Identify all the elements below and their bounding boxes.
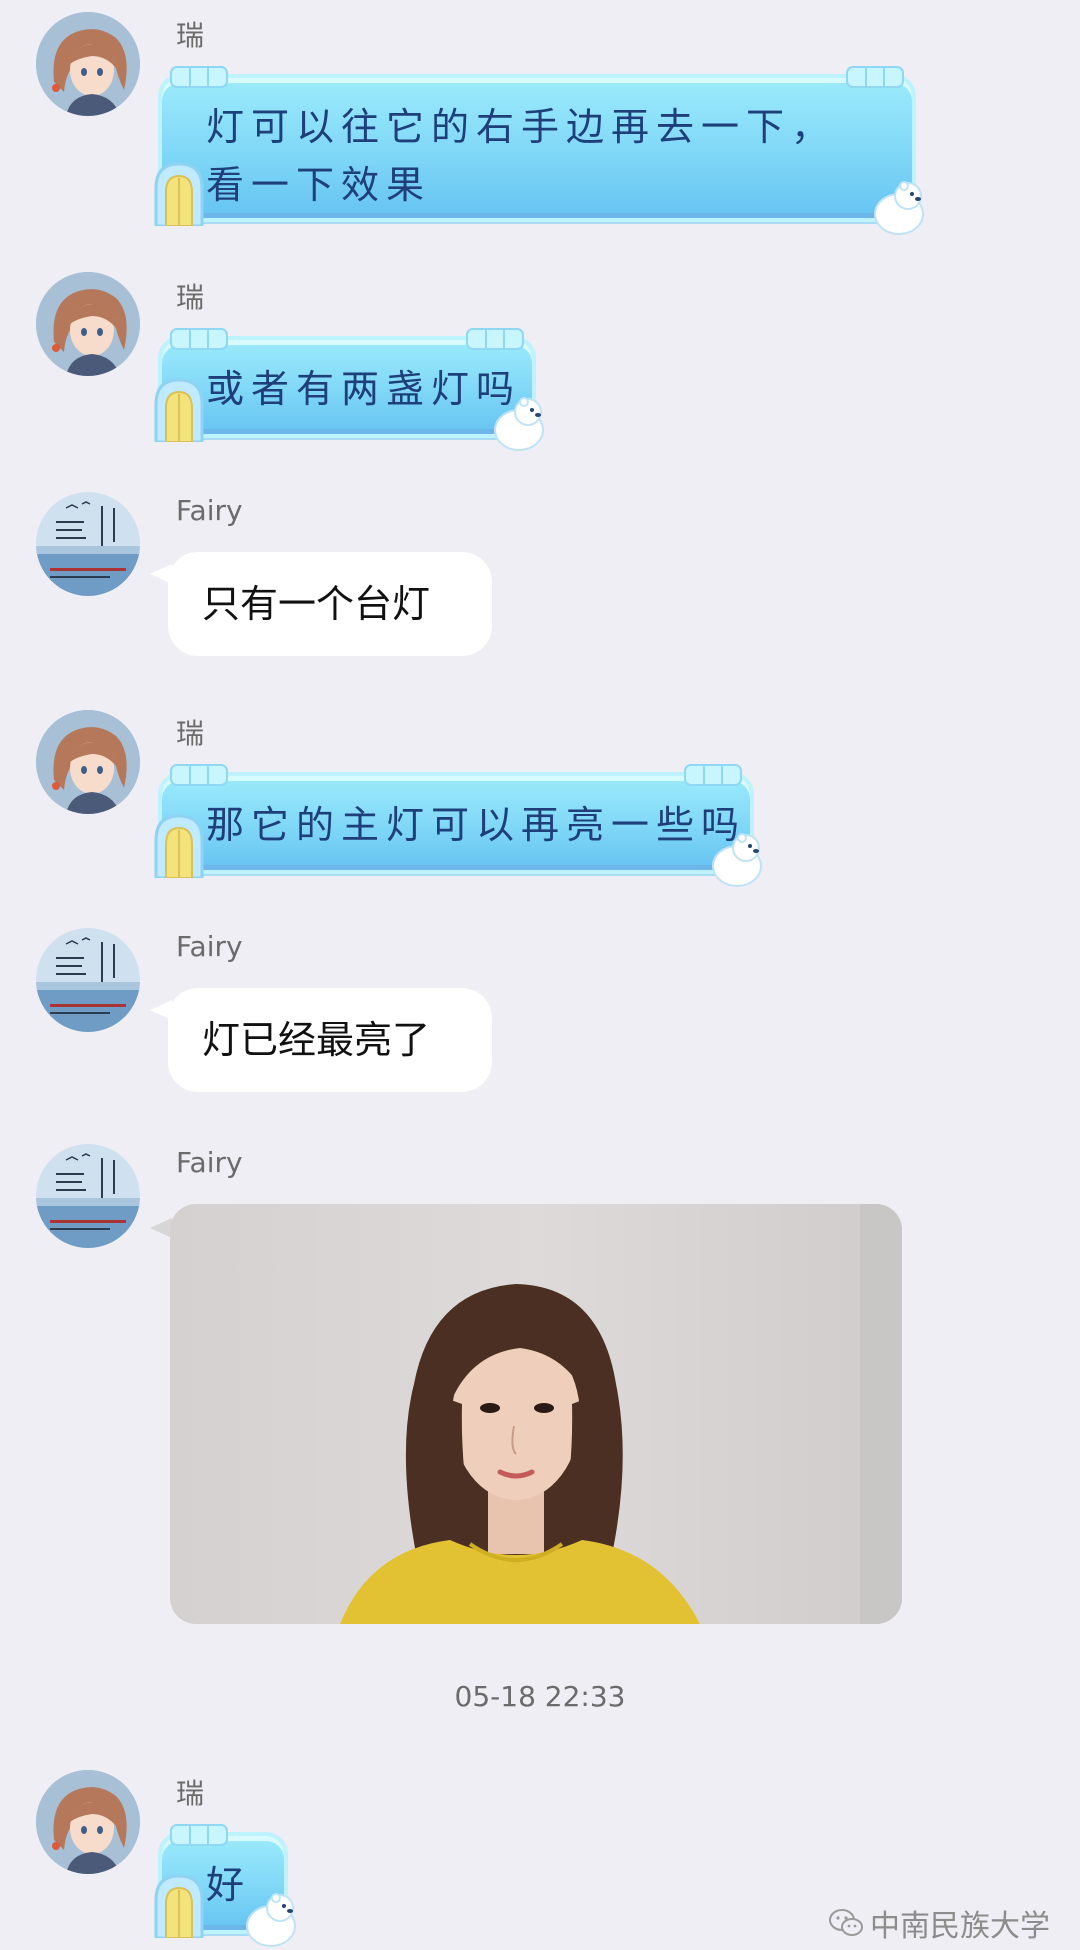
sender-name: Fairy	[176, 1146, 243, 1179]
anime-girl-avatar-icon	[36, 272, 140, 376]
message-text: 那它的主灯可以再亮一些吗	[206, 803, 747, 847]
message-bubble[interactable]: 灯可以往它的右手边再去一下，看一下效果	[158, 74, 916, 222]
anime-girl-avatar-icon	[36, 1770, 140, 1874]
watermark: 中南民族大学	[828, 1901, 1050, 1947]
ice-brick-icon	[170, 66, 228, 88]
sea-poster-avatar-icon	[36, 928, 140, 1032]
polar-bear-icon	[706, 828, 768, 890]
message-text: 灯已经最亮了	[202, 1018, 431, 1062]
anime-girl-avatar-icon	[36, 710, 140, 814]
image-message[interactable]	[170, 1204, 902, 1624]
sender-name: Fairy	[176, 930, 243, 963]
message-bubble[interactable]: 只有一个台灯	[168, 552, 492, 656]
sea-poster-avatar-icon	[36, 492, 140, 596]
sender-name: 瑞	[176, 717, 205, 750]
message-text: 灯可以往它的右手边再去一下，看一下效果	[206, 105, 837, 207]
sender-name: Fairy	[176, 494, 243, 527]
message-bubble[interactable]: 好	[158, 1832, 288, 1934]
fairy-avatar[interactable]	[36, 928, 140, 1032]
sea-poster-avatar-icon	[36, 1144, 140, 1248]
message-bubble[interactable]: 或者有两盏灯吗	[158, 336, 536, 438]
igloo-door-icon	[152, 158, 206, 226]
message-text: 或者有两盏灯吗	[206, 367, 522, 411]
polar-bear-icon	[868, 176, 930, 238]
fairy-avatar[interactable]	[36, 1144, 140, 1248]
rui-avatar[interactable]	[36, 272, 140, 376]
bubble-tail	[150, 1218, 172, 1238]
message-bubble[interactable]: 那它的主灯可以再亮一些吗	[158, 772, 754, 874]
anime-girl-avatar-icon	[36, 12, 140, 116]
ice-brick-icon	[170, 764, 228, 786]
message-text: 只有一个台灯	[202, 582, 431, 626]
rui-avatar[interactable]	[36, 12, 140, 116]
watermark-text: 中南民族大学	[870, 1908, 1050, 1944]
wechat-icon	[828, 1908, 864, 1946]
rui-avatar[interactable]	[36, 710, 140, 814]
ice-brick-icon	[466, 328, 524, 350]
ice-brick-icon	[846, 66, 904, 88]
igloo-door-icon	[152, 374, 206, 442]
timestamp: 05-18 22:33	[454, 1680, 626, 1713]
igloo-door-icon	[152, 1870, 206, 1938]
ice-brick-icon	[170, 1824, 228, 1846]
igloo-door-icon	[152, 810, 206, 878]
sender-name: 瑞	[176, 281, 205, 314]
ice-brick-icon	[170, 328, 228, 350]
fairy-avatar[interactable]	[36, 492, 140, 596]
rui-avatar[interactable]	[36, 1770, 140, 1874]
message-bubble[interactable]: 灯已经最亮了	[168, 988, 492, 1092]
polar-bear-icon	[488, 392, 550, 454]
ice-brick-icon	[684, 764, 742, 786]
woman-photo-icon	[170, 1204, 902, 1624]
sender-name: 瑞	[176, 19, 205, 52]
polar-bear-icon	[240, 1888, 302, 1950]
sender-name: 瑞	[176, 1777, 205, 1810]
